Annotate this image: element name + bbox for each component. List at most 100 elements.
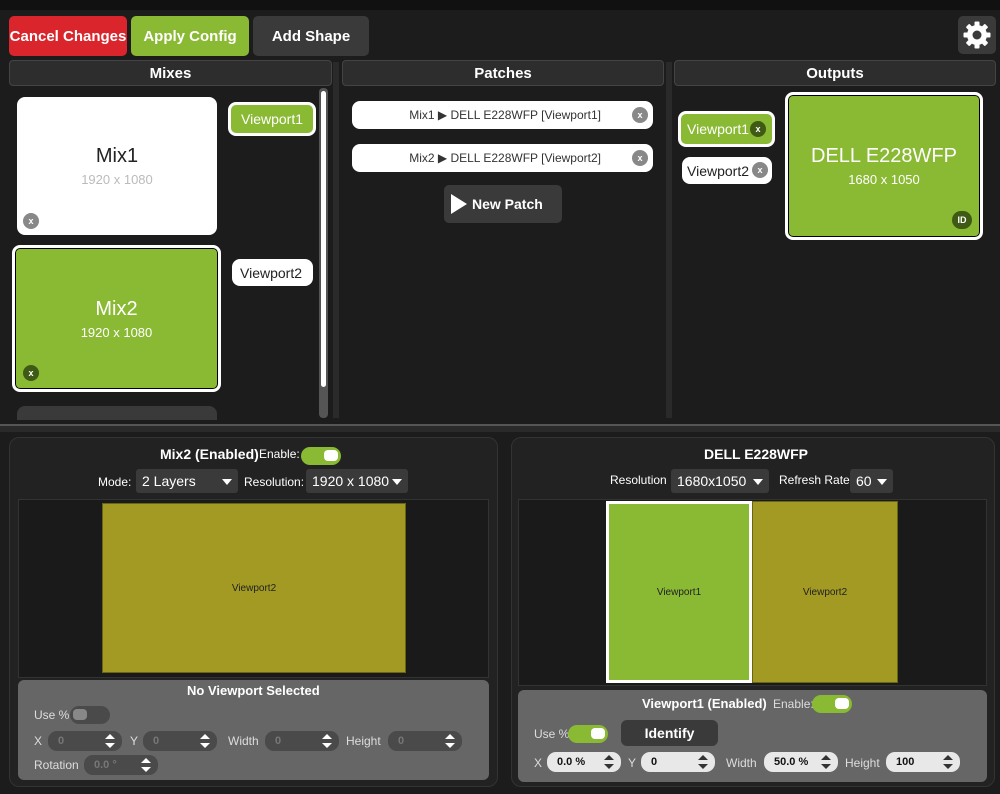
patch-row[interactable]: Mix1 ▶ DELL E228WFP [Viewport1] x: [352, 101, 653, 129]
mix-resolution-select[interactable]: 1920 x 1080: [306, 469, 408, 493]
output-viewport1-pill[interactable]: Viewport1 x: [678, 111, 775, 147]
viewport-enable-toggle[interactable]: [812, 695, 852, 713]
column-divider[interactable]: [333, 62, 339, 418]
mode-select[interactable]: 2 Layers: [136, 469, 238, 493]
outputs-header: Outputs: [674, 60, 996, 86]
close-icon[interactable]: x: [23, 365, 39, 381]
close-icon[interactable]: x: [23, 213, 39, 229]
scrollbar-thumb[interactable]: [321, 91, 326, 387]
x-input[interactable]: 0.0 %: [547, 752, 621, 772]
horizontal-divider[interactable]: [0, 424, 1000, 432]
patch-row[interactable]: Mix2 ▶ DELL E228WFP [Viewport2] x: [352, 144, 653, 172]
mix-enable-toggle[interactable]: [301, 447, 341, 465]
resolution-value: 1680x1050: [677, 473, 747, 489]
chevron-down-icon: [222, 479, 232, 485]
new-patch-button[interactable]: New Patch: [444, 185, 562, 223]
y-input[interactable]: 0: [641, 752, 715, 772]
identify-button[interactable]: Identify: [621, 720, 718, 746]
stepper-icon[interactable]: [821, 755, 831, 769]
close-icon[interactable]: x: [632, 150, 648, 166]
stepper-icon[interactable]: [322, 734, 332, 748]
chevron-down-icon: [753, 479, 763, 485]
mix-viewport2-pill[interactable]: Viewport2: [232, 259, 313, 286]
monitor-name: DELL E228WFP: [811, 145, 957, 167]
output-monitor-card[interactable]: DELL E228WFP 1680 x 1050 ID: [785, 92, 983, 240]
close-icon[interactable]: x: [750, 121, 766, 137]
refresh-rate-label: Refresh Rate: [779, 473, 850, 487]
close-icon[interactable]: x: [632, 107, 648, 123]
stepper-icon[interactable]: [105, 734, 115, 748]
props-title: Viewport1 (Enabled): [642, 696, 767, 711]
mix-card-partial[interactable]: [17, 406, 217, 420]
mix2-card[interactable]: Mix2 1920 x 1080 x: [12, 245, 221, 392]
use-percent-toggle[interactable]: [70, 706, 110, 724]
resolution-value: 1920 x 1080: [312, 473, 390, 489]
resolution-label: Resolution: [610, 473, 667, 487]
mode-label: Mode:: [98, 475, 132, 489]
height-label: Height: [845, 756, 880, 770]
output-resolution-select[interactable]: 1680x1050: [671, 469, 769, 493]
height-input[interactable]: 100: [886, 752, 960, 772]
mix1-card[interactable]: Mix1 1920 x 1080 x: [17, 97, 217, 235]
stepper-icon[interactable]: [698, 755, 708, 769]
mix-resolution: 1920 x 1080: [81, 172, 153, 187]
enable-label: Enable:: [259, 447, 300, 461]
use-percent-toggle[interactable]: [568, 725, 608, 743]
width-label: Width: [228, 734, 259, 748]
height-label: Height: [346, 734, 381, 748]
props-title: No Viewport Selected: [187, 683, 320, 698]
stepper-icon[interactable]: [141, 758, 151, 772]
monitor-resolution: 1680 x 1050: [848, 172, 920, 187]
x-label: X: [34, 734, 43, 748]
stepper-icon[interactable]: [200, 734, 210, 748]
width-label: Width: [726, 756, 757, 770]
rotation-value: 0.0 °: [94, 759, 117, 771]
y-value: 0: [651, 756, 658, 768]
canvas-viewport2[interactable]: Viewport2: [752, 501, 898, 683]
rotation-input[interactable]: 0.0 °: [84, 755, 158, 775]
width-input[interactable]: 50.0 %: [764, 752, 838, 772]
x-input[interactable]: 0: [48, 731, 122, 751]
chevron-down-icon: [877, 479, 887, 485]
width-value: 0: [275, 735, 282, 747]
use-percent-label: Use %: [34, 708, 70, 722]
mode-value: 2 Layers: [142, 473, 196, 489]
identify-badge[interactable]: ID: [952, 211, 972, 229]
apply-config-button[interactable]: Apply Config: [131, 16, 249, 56]
canvas-viewport1[interactable]: Viewport1: [606, 501, 752, 683]
add-shape-button[interactable]: Add Shape: [253, 16, 369, 56]
output-editor-title: DELL E228WFP: [704, 446, 808, 462]
stepper-icon[interactable]: [445, 734, 455, 748]
chevron-down-icon: [392, 479, 402, 485]
cancel-changes-button[interactable]: Cancel Changes: [9, 16, 127, 56]
gear-icon: [963, 21, 991, 49]
refresh-rate-select[interactable]: 60: [850, 469, 893, 493]
mix-name: Mix2: [95, 297, 138, 320]
canvas-viewport2[interactable]: Viewport2: [102, 503, 406, 673]
patch-text: Mix1 ▶ DELL E228WFP [Viewport1]: [409, 108, 601, 122]
use-percent-label: Use %: [534, 727, 570, 741]
patch-text: Mix2 ▶ DELL E228WFP [Viewport2]: [409, 151, 601, 165]
mix-viewport1-pill[interactable]: Viewport1: [228, 102, 316, 136]
y-input[interactable]: 0: [143, 731, 217, 751]
height-value: 100: [896, 756, 915, 768]
stepper-icon[interactable]: [604, 755, 614, 769]
rotation-label: Rotation: [34, 758, 79, 772]
mixes-header: Mixes: [9, 60, 332, 86]
width-input[interactable]: 0: [265, 731, 339, 751]
resolution-label: Resolution:: [244, 475, 305, 489]
height-value: 0: [398, 735, 405, 747]
mixes-scrollbar[interactable]: [319, 88, 328, 418]
column-divider[interactable]: [666, 62, 672, 418]
output-viewport2-pill[interactable]: Viewport2 x: [682, 157, 772, 184]
settings-button[interactable]: [958, 16, 996, 54]
close-icon[interactable]: x: [752, 162, 768, 178]
x-value: 0: [58, 735, 65, 747]
stepper-icon[interactable]: [943, 755, 953, 769]
pill-label: Viewport1: [687, 121, 750, 137]
x-label: X: [534, 756, 543, 770]
height-input[interactable]: 0: [388, 731, 462, 751]
mix-resolution: 1920 x 1080: [80, 324, 153, 340]
new-patch-label: New Patch: [472, 196, 543, 212]
mix-editor-title: Mix2 (Enabled): [160, 446, 259, 462]
